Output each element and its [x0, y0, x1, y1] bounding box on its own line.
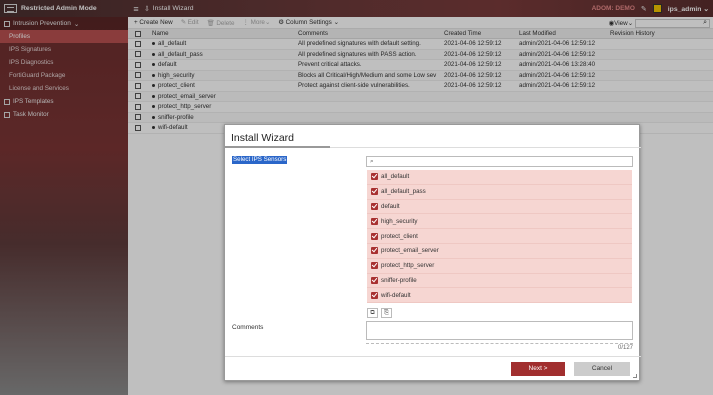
- sensor-label: protect_http_server: [381, 262, 435, 270]
- checkbox-checked-icon[interactable]: [371, 276, 378, 284]
- resize-handle-icon[interactable]: [633, 374, 637, 378]
- sensor-search-input[interactable]: ⌕: [366, 156, 633, 167]
- sensor-label: high_security: [381, 217, 418, 225]
- search-icon: ⌕: [370, 158, 374, 165]
- sensor-option-protect-http-server[interactable]: protect_http_server: [367, 259, 632, 274]
- character-counter: 0/127: [366, 343, 633, 351]
- checkbox-checked-icon[interactable]: [371, 188, 378, 196]
- checkbox-checked-icon[interactable]: [371, 173, 378, 181]
- cancel-button[interactable]: Cancel: [574, 362, 630, 376]
- comments-label: Comments: [232, 324, 264, 331]
- checkbox-checked-icon[interactable]: [371, 262, 378, 270]
- sensor-option-protect-client[interactable]: protect_client: [367, 229, 632, 244]
- sensor-option-all-default[interactable]: all_default: [367, 170, 632, 185]
- selection-actions: ⧉ ⎘: [367, 308, 392, 318]
- sensor-label: default: [381, 202, 400, 210]
- sensor-label: all_default: [381, 173, 410, 181]
- checkbox-checked-icon[interactable]: [371, 217, 378, 225]
- install-wizard-dialog: Install Wizard Select IPS Sensors ⌕ all_…: [224, 124, 641, 381]
- sensor-label: protect_client: [381, 232, 418, 240]
- checkbox-checked-icon[interactable]: [371, 247, 378, 255]
- sensor-label: sniffer-profile: [381, 276, 417, 284]
- sensor-option-sniffer-profile[interactable]: sniffer-profile: [367, 274, 632, 289]
- sensor-label: all_default_pass: [381, 188, 426, 196]
- sensor-option-protect-email-server[interactable]: protect_email_server: [367, 244, 632, 259]
- checkbox-checked-icon[interactable]: [371, 232, 378, 240]
- comments-textarea[interactable]: [366, 321, 633, 340]
- sensor-option-all-default-pass[interactable]: all_default_pass: [367, 185, 632, 200]
- sensor-option-default[interactable]: default: [367, 200, 632, 215]
- dialog-footer-divider: [225, 356, 641, 357]
- select-ips-sensors-label: Select IPS Sensors: [232, 156, 288, 164]
- sensor-option-high-security[interactable]: high_security: [367, 214, 632, 230]
- sensor-option-wifi-default[interactable]: wifi-default: [367, 288, 632, 304]
- select-all-icon[interactable]: ⧉: [367, 308, 378, 318]
- next-button[interactable]: Next >: [511, 362, 565, 376]
- clear-selection-icon[interactable]: ⎘: [381, 308, 392, 318]
- checkbox-checked-icon[interactable]: [371, 202, 378, 210]
- sensor-label: wifi-default: [381, 291, 411, 299]
- step-indicator: [225, 146, 330, 148]
- sensor-label: protect_email_server: [381, 247, 439, 255]
- dialog-title: Install Wizard: [231, 132, 295, 144]
- checkbox-checked-icon[interactable]: [371, 291, 378, 299]
- sensor-list: all_default all_default_pass default hig…: [367, 170, 632, 304]
